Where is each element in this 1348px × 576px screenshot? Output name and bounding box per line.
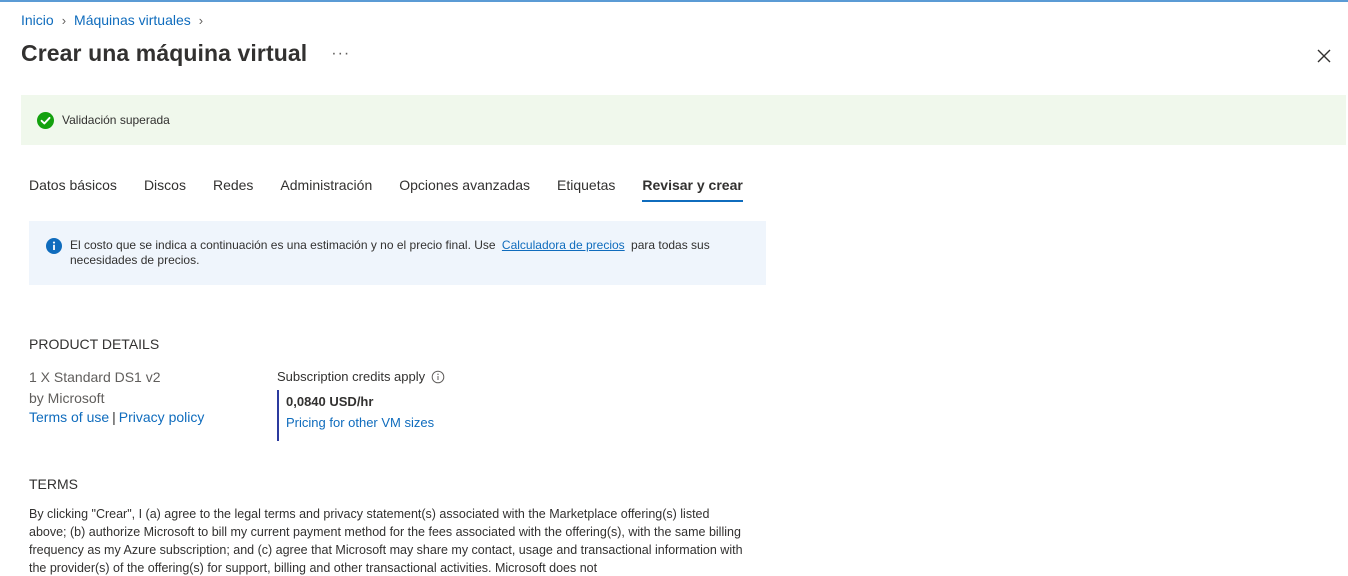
terms-heading: TERMS: [29, 476, 78, 492]
tab-etiquetas[interactable]: Etiquetas: [557, 177, 615, 202]
pricing-info-box: El costo que se indica a continuación es…: [29, 221, 766, 285]
credits-label: Subscription credits apply: [277, 369, 426, 384]
link-separator: |: [112, 409, 116, 425]
product-vendor: by Microsoft: [29, 390, 105, 406]
tab-redes[interactable]: Redes: [213, 177, 253, 202]
tab-administracion[interactable]: Administración: [280, 177, 372, 202]
breadcrumb-home-link[interactable]: Inicio: [21, 12, 54, 28]
product-info: 1 X Standard DS1 v2 by Microsoft Terms o…: [29, 367, 204, 428]
tab-opciones-avanzadas[interactable]: Opciones avanzadas: [399, 177, 530, 202]
close-button[interactable]: [1312, 44, 1336, 68]
price-value: 0,0840 USD/hr: [286, 394, 374, 409]
breadcrumb-vms-link[interactable]: Máquinas virtuales: [74, 12, 191, 28]
chevron-right-icon: ›: [198, 12, 204, 28]
terms-of-use-link[interactable]: Terms of use: [29, 409, 109, 425]
title-row: Crear una máquina virtual ···: [21, 40, 350, 67]
pricing-calculator-link[interactable]: Calculadora de precios: [502, 238, 625, 252]
price-block: 0,0840 USD/hr Pricing for other VM sizes: [277, 390, 445, 441]
tab-bar: Datos básicos Discos Redes Administració…: [29, 177, 770, 202]
product-name: 1 X Standard DS1 v2: [29, 369, 161, 385]
product-pricing: Subscription credits apply 0,0840 USD/hr…: [277, 369, 445, 441]
terms-body: By clicking "Crear", I (a) agree to the …: [29, 507, 743, 575]
privacy-policy-link[interactable]: Privacy policy: [119, 409, 205, 425]
chevron-right-icon: ›: [61, 12, 67, 28]
breadcrumb: Inicio › Máquinas virtuales ›: [21, 12, 203, 28]
validation-banner: Validación superada: [21, 95, 1346, 145]
pricing-other-sizes-link[interactable]: Pricing for other VM sizes: [286, 415, 445, 430]
page-title: Crear una máquina virtual: [21, 40, 308, 66]
info-text-before: El costo que se indica a continuación es…: [70, 238, 496, 252]
more-options-button[interactable]: ···: [331, 45, 350, 63]
create-vm-page: Inicio › Máquinas virtuales › Crear una …: [0, 0, 1348, 576]
credits-row: Subscription credits apply: [277, 369, 445, 384]
success-check-icon: [37, 111, 54, 129]
product-links: Terms of use | Privacy policy: [29, 407, 204, 428]
tab-datos-basicos[interactable]: Datos básicos: [29, 177, 117, 202]
info-outline-icon[interactable]: [431, 370, 445, 384]
close-icon: [1317, 49, 1331, 63]
tab-discos[interactable]: Discos: [144, 177, 186, 202]
info-icon: [46, 238, 62, 254]
tab-revisar-y-crear[interactable]: Revisar y crear: [642, 177, 743, 202]
validation-text: Validación superada: [62, 113, 170, 127]
product-details-heading: PRODUCT DETAILS: [29, 336, 160, 352]
